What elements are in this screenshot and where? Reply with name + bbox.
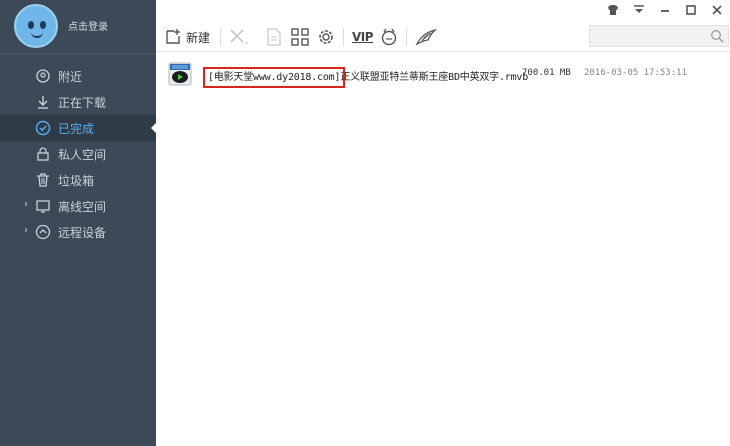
sidebar-item-downloading[interactable]: 正在下载: [0, 89, 156, 115]
sidebar-item-label: 附近: [58, 70, 83, 84]
rmvb-file-icon: [168, 62, 192, 86]
sidebar-item-label: 垃圾箱: [58, 174, 95, 188]
close-icon[interactable]: [710, 3, 724, 17]
download-icon: [38, 96, 48, 109]
cloud-screen-icon: [36, 200, 50, 213]
sidebar-item-trash[interactable]: 垃圾箱: [0, 167, 156, 193]
sidebar-item-private-space[interactable]: 私人空间: [0, 141, 156, 167]
gear-icon: [319, 30, 333, 44]
sidebar-item-offline-space[interactable]: › 离线空间: [0, 193, 156, 219]
document-icon: [267, 28, 281, 46]
check-circle-icon: [35, 120, 51, 136]
delete-x-icon: [230, 29, 248, 44]
window-controls: [606, 2, 724, 18]
search-icon[interactable]: [710, 29, 724, 43]
sidebar-item-label: 私人空间: [58, 148, 107, 162]
avatar-eye: [28, 21, 34, 29]
qrcode-button[interactable]: [291, 26, 309, 48]
sidebar-item-label: 离线空间: [58, 200, 107, 214]
toolbar-divider: [220, 28, 221, 46]
lock-icon: [37, 147, 49, 161]
sidebar-nav: 附近 正在下载 已完成 私人空间 垃圾箱 › 离线空间 › 远程设备: [0, 63, 156, 245]
mascot-icon: [381, 28, 397, 46]
avatar[interactable]: [14, 4, 58, 48]
toolbar: 新建 VIP: [156, 24, 730, 52]
login-link[interactable]: 点击登录: [68, 18, 108, 33]
trash-icon: [37, 173, 49, 187]
vip-label: VIP: [352, 30, 374, 44]
user-panel: 点击登录: [0, 0, 156, 54]
skin-icon[interactable]: [606, 3, 620, 17]
avatar-eye: [40, 21, 46, 29]
remote-device-icon: [35, 224, 51, 240]
bird-icon: [415, 28, 437, 46]
mascot-button[interactable]: [380, 26, 398, 48]
new-button[interactable]: 新建: [164, 26, 210, 48]
sidebar-item-label: 已完成: [58, 122, 95, 136]
qrcode-icon: [291, 28, 309, 46]
sidebar-item-remote-device[interactable]: › 远程设备: [0, 219, 156, 245]
sidebar-item-label: 正在下载: [58, 96, 107, 110]
file-size: 700.01 MB: [522, 68, 571, 78]
new-button-label: 新建: [186, 30, 211, 45]
minimize-icon[interactable]: [658, 3, 672, 17]
new-task-icon: [166, 29, 180, 44]
table-row[interactable]: [电影天堂www.dy2018.com]正义联盟亚特兰蒂斯王座BD中英双字.rm…: [168, 62, 730, 88]
location-icon: [36, 69, 50, 83]
delete-button[interactable]: [228, 26, 250, 48]
speedup-button[interactable]: [415, 26, 437, 48]
file-name-rest: 正义联盟亚特兰蒂斯王座BD中英双字.rmvb: [340, 72, 529, 83]
search-input[interactable]: [590, 26, 706, 46]
sidebar: 点击登录 附近 正在下载 已完成 私人空间 垃圾箱 › 离线空间 › 远程设备: [0, 0, 156, 446]
maximize-icon[interactable]: [684, 3, 698, 17]
search-box[interactable]: [589, 25, 729, 47]
sidebar-item-completed[interactable]: 已完成: [0, 115, 156, 141]
chevron-right-icon[interactable]: ›: [24, 225, 28, 236]
file-button[interactable]: [266, 26, 282, 48]
toolbar-divider: [343, 28, 344, 46]
main-panel: 新建 VIP [电影天堂www.dy2018.com]正义联盟亚特兰蒂斯王座BD…: [156, 0, 730, 446]
file-name[interactable]: [电影天堂www.dy2018.com]正义联盟亚特兰蒂斯王座BD中英双字.rm…: [202, 67, 529, 88]
settings-button[interactable]: [317, 26, 335, 48]
avatar-mouth: [31, 32, 43, 38]
menu-dropdown-icon[interactable]: [632, 3, 646, 17]
highlighted-site-tag: [电影天堂www.dy2018.com]: [202, 67, 346, 88]
sidebar-item-nearby[interactable]: 附近: [0, 63, 156, 89]
toolbar-divider: [406, 28, 407, 46]
vip-button[interactable]: VIP: [352, 26, 374, 48]
chevron-right-icon[interactable]: ›: [24, 199, 28, 210]
file-date: 2016-03-05 17:53:11: [584, 68, 687, 78]
sidebar-item-label: 远程设备: [58, 226, 107, 240]
